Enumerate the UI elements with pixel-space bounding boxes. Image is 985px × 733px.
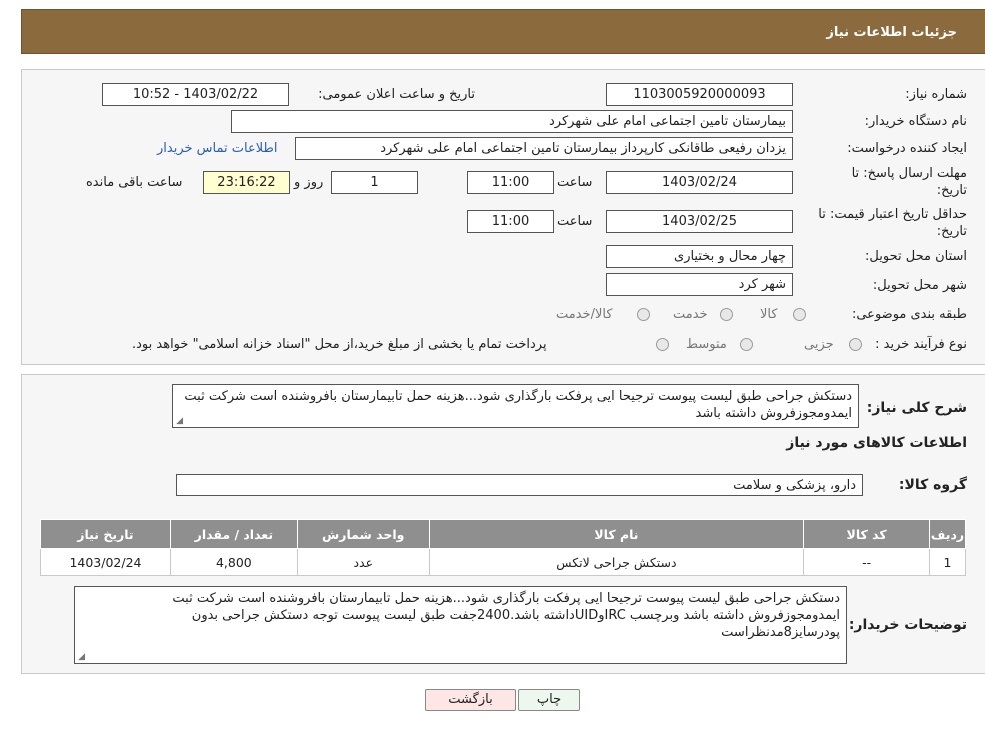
- buyer-notes-text: دستکش جراحی طبق لیست پیوست ترجیحا ایی پر…: [172, 591, 840, 640]
- summary-label: شرح کلی نیاز:: [866, 400, 967, 416]
- category-radio-goods-service[interactable]: [637, 308, 650, 321]
- process-label: نوع فرآیند خرید :: [875, 337, 967, 352]
- category-radio-service[interactable]: [720, 308, 733, 321]
- process-radio-treasury[interactable]: [656, 338, 669, 351]
- goods-table: ردیف کد کالا نام کالا واحد شمارش تعداد /…: [40, 519, 966, 576]
- print-button[interactable]: چاپ: [518, 689, 580, 711]
- need-number-label: شماره نیاز:: [905, 87, 967, 102]
- col-header-date: تاریخ نیاز: [40, 519, 171, 549]
- goods-group-field: دارو، پزشکی و سلامت: [176, 474, 863, 496]
- buyer-notes-label: توضیحات خریدار:: [848, 617, 967, 633]
- goods-info-title: اطلاعات کالاهای مورد نیاز: [786, 435, 967, 451]
- process-option-minor: جزیی: [804, 337, 834, 352]
- cell-name: دستکش جراحی لاتکس: [428, 548, 805, 576]
- reply-time-label: ساعت: [557, 175, 593, 190]
- cell-row-no: 1: [929, 548, 966, 576]
- validity-date-field: 1403/02/25: [606, 210, 793, 233]
- process-note: پرداخت تمام یا بخشی از مبلغ خرید،از محل …: [132, 337, 547, 352]
- col-header-name: نام کالا: [428, 519, 805, 549]
- goods-group-label: گروه کالا:: [898, 477, 967, 493]
- buyer-org-label: نام دستگاه خریدار:: [864, 114, 967, 129]
- validity-time-label: ساعت: [557, 214, 593, 229]
- category-option-service: خدمت: [673, 307, 708, 322]
- city-label: شهر محل تحویل:: [872, 278, 967, 293]
- remaining-label: ساعت باقی مانده: [86, 175, 183, 190]
- announce-field: 1403/02/22 - 10:52: [102, 83, 289, 106]
- goods-table-wrapper: ردیف کد کالا نام کالا واحد شمارش تعداد /…: [40, 519, 966, 576]
- col-header-unit: واحد شمارش: [296, 519, 430, 549]
- cell-unit: عدد: [296, 548, 430, 576]
- province-label: استان محل تحویل:: [865, 249, 967, 264]
- category-option-goods-service: کالا/خدمت: [556, 307, 613, 322]
- reply-deadline-label-2: تاریخ:: [936, 183, 967, 198]
- process-option-medium: متوسط: [686, 337, 727, 352]
- back-button[interactable]: بازگشت: [425, 689, 516, 711]
- cell-date: 1403/02/24: [40, 548, 171, 576]
- resize-grip-icon[interactable]: ◢: [175, 417, 183, 426]
- category-option-goods: کالا: [760, 307, 778, 322]
- table-header-row: ردیف کد کالا نام کالا واحد شمارش تعداد /…: [40, 519, 966, 549]
- buyer-notes-textarea[interactable]: دستکش جراحی طبق لیست پیوست ترجیحا ایی پر…: [74, 586, 847, 664]
- process-radio-minor[interactable]: [849, 338, 862, 351]
- creator-field: یزدان رفیعی طاقانکی کارپرداز بیمارستان ت…: [295, 137, 793, 160]
- announce-label: تاریخ و ساعت اعلان عمومی:: [318, 87, 475, 102]
- col-header-quantity: تعداد / مقدار: [169, 519, 298, 549]
- col-header-code: کد کالا: [803, 519, 931, 549]
- page-title: جزئیات اطلاعات نیاز: [826, 25, 957, 40]
- resize-grip-icon[interactable]: ◢: [77, 653, 85, 662]
- reply-date-field: 1403/02/24: [606, 171, 793, 194]
- summary-textarea[interactable]: دستکش جراحی طبق لیست پیوست ترجیحا ایی پر…: [172, 384, 859, 428]
- days-label: روز و: [294, 175, 324, 190]
- table-row: 1 -- دستکش جراحی لاتکس عدد 4,800 1403/02…: [40, 548, 966, 576]
- buyer-org-field: بیمارستان تامین اجتماعی امام علی شهرکرد: [231, 110, 793, 133]
- province-field: چهار محال و بختیاری: [606, 245, 793, 268]
- category-label: طبقه بندی موضوعی:: [851, 307, 967, 322]
- need-number-field: 1103005920000093: [606, 83, 793, 106]
- cell-code: --: [803, 548, 931, 576]
- validity-label: حداقل تاریخ اعتبار قیمت: تا: [818, 207, 967, 222]
- process-radio-medium[interactable]: [740, 338, 753, 351]
- validity-label-2: تاریخ:: [936, 224, 967, 239]
- reply-time-field: 11:00: [467, 171, 554, 194]
- city-field: شهر کرد: [606, 273, 793, 296]
- summary-text: دستکش جراحی طبق لیست پیوست ترجیحا ایی پر…: [184, 389, 852, 421]
- validity-time-field: 11:00: [467, 210, 554, 233]
- buyer-contact-link[interactable]: اطلاعات تماس خریدار: [157, 141, 277, 156]
- cell-quantity: 4,800: [169, 548, 298, 576]
- col-header-row-no: ردیف: [929, 519, 966, 549]
- creator-label: ایجاد کننده درخواست:: [847, 141, 967, 156]
- days-field: 1: [331, 171, 418, 194]
- category-radio-goods[interactable]: [793, 308, 806, 321]
- remaining-time-field: 23:16:22: [203, 171, 290, 194]
- reply-deadline-label: مهلت ارسال پاسخ: تا: [851, 166, 967, 181]
